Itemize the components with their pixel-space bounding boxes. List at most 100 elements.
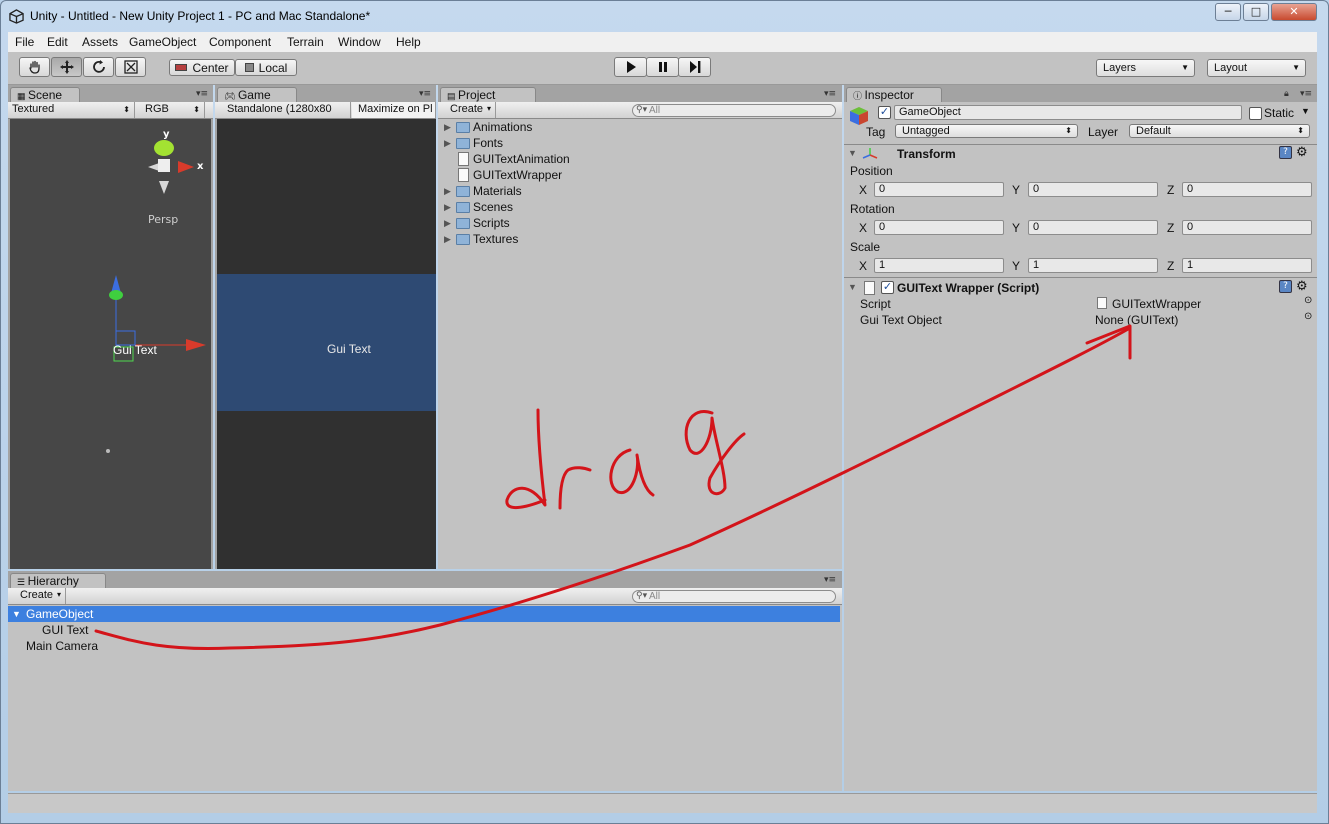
position-y-field[interactable]: 0 — [1028, 182, 1158, 197]
panel-menu-icon[interactable]: ▾≡ — [196, 89, 208, 99]
rotate-tool-button[interactable] — [83, 57, 114, 77]
tab-scene[interactable]: ▦ Scene — [10, 87, 80, 103]
menu-component[interactable]: Component — [209, 35, 271, 49]
active-checkbox[interactable]: ✓ — [878, 106, 891, 119]
gameobject-cube-icon — [850, 107, 868, 125]
expand-arrow-icon[interactable]: ▶ — [444, 231, 451, 247]
expand-arrow-icon[interactable]: ▶ — [444, 199, 451, 215]
project-item-fonts[interactable]: ▶ Fonts — [438, 135, 842, 151]
scene-viewport[interactable]: y x Persp Gui Text — [10, 119, 211, 569]
scale-z-field[interactable]: 1 — [1182, 258, 1312, 273]
scale-x-field[interactable]: 1 — [874, 258, 1004, 273]
rotation-x-field[interactable]: 0 — [874, 220, 1004, 235]
menu-help[interactable]: Help — [396, 35, 421, 49]
tab-inspector[interactable]: ⓘ Inspector — [846, 87, 942, 103]
gui-text-scene-label[interactable]: Gui Text — [113, 343, 157, 357]
static-checkbox[interactable] — [1249, 107, 1262, 120]
menu-assets[interactable]: Assets — [82, 35, 118, 49]
layout-dropdown[interactable]: Layout ▼ — [1207, 59, 1306, 77]
menu-edit[interactable]: Edit — [47, 35, 68, 49]
tab-game[interactable]: 🎮︎ Game — [217, 87, 297, 103]
collapse-arrow-icon[interactable]: ▼ — [848, 148, 857, 158]
lock-icon[interactable]: 🔒︎ — [1284, 89, 1289, 99]
project-item-scripts[interactable]: ▶ Scripts — [438, 215, 842, 231]
project-item-textures[interactable]: ▶ Textures — [438, 231, 842, 247]
panel-menu-icon[interactable]: ▾≡ — [824, 89, 836, 99]
hierarchy-row-gameobject[interactable]: ▼ GameObject — [8, 606, 840, 622]
expand-arrow-icon[interactable]: ▶ — [444, 135, 451, 151]
hierarchy-row-gui-text[interactable]: GUI Text — [8, 622, 840, 638]
menu-window[interactable]: Window — [338, 35, 381, 49]
caret-down-icon: ▼ — [1292, 63, 1300, 72]
pivot-center-button[interactable]: Center — [169, 59, 235, 76]
script-value[interactable]: GUITextWrapper — [1112, 297, 1201, 311]
item-label: GUITextAnimation — [473, 152, 570, 166]
project-item-scenes[interactable]: ▶ Scenes — [438, 199, 842, 215]
channel-dropdown[interactable]: RGB ⬍ — [135, 102, 205, 118]
pause-button[interactable] — [646, 57, 679, 77]
minimize-button[interactable]: ─ — [1215, 3, 1241, 21]
object-name-field[interactable]: GameObject — [894, 105, 1242, 120]
hierarchy-row-main-camera[interactable]: Main Camera — [8, 638, 840, 654]
scale-y-field[interactable]: 1 — [1028, 258, 1158, 273]
project-item-materials[interactable]: ▶ Materials — [438, 183, 842, 199]
step-button[interactable] — [678, 57, 711, 77]
object-picker-icon[interactable]: ⊙ — [1304, 295, 1312, 306]
layers-dropdown[interactable]: Layers ▼ — [1096, 59, 1195, 77]
position-x-field[interactable]: 0 — [874, 182, 1004, 197]
gui-text-object-field[interactable]: None (GUIText) — [1095, 313, 1178, 327]
hand-tool-button[interactable] — [19, 57, 50, 77]
play-button[interactable] — [614, 57, 647, 77]
channel-label: RGB — [145, 103, 169, 115]
static-dropdown-icon[interactable]: ▼ — [1301, 106, 1310, 116]
panel-menu-icon[interactable]: ▾≡ — [1300, 89, 1312, 99]
expand-arrow-icon[interactable]: ▶ — [444, 215, 451, 231]
project-item-guitextanimation[interactable]: GUITextAnimation — [438, 151, 842, 167]
layer-dropdown[interactable]: Default ⬍ — [1129, 124, 1310, 138]
panel-menu-icon[interactable]: ▾≡ — [824, 575, 836, 585]
maximize-button[interactable]: □ — [1243, 3, 1269, 21]
project-tree: ▶ Animations ▶ Fonts GUITextAnimation GU… — [438, 119, 842, 569]
help-book-icon[interactable]: ? — [1279, 280, 1292, 293]
position-z-field[interactable]: 0 — [1182, 182, 1312, 197]
expand-arrow-icon[interactable]: ▶ — [444, 119, 451, 135]
resolution-dropdown[interactable]: Standalone (1280x80 — [221, 102, 351, 118]
search-icon: ⚲▾ — [636, 590, 648, 600]
script-enabled-checkbox[interactable]: ✓ — [881, 281, 894, 294]
maximize-on-play-toggle[interactable]: Maximize on Pl — [352, 102, 436, 118]
project-create-dropdown[interactable]: Create ▾ — [444, 102, 496, 118]
gizmo-x-label: x — [197, 161, 204, 172]
object-picker-icon[interactable]: ⊙ — [1304, 311, 1312, 322]
rotation-z-field[interactable]: 0 — [1182, 220, 1312, 235]
project-search-input[interactable]: ⚲▾ All — [632, 104, 836, 117]
close-button[interactable]: ✕ — [1271, 3, 1317, 21]
gear-icon[interactable]: ⚙ — [1296, 144, 1308, 160]
field-value: 0 — [1187, 183, 1194, 195]
caret-down-icon: ▾ — [486, 104, 491, 113]
item-label: Fonts — [473, 136, 504, 150]
project-item-animations[interactable]: ▶ Animations — [438, 119, 842, 135]
collapse-arrow-icon[interactable]: ▼ — [848, 282, 857, 292]
help-book-icon[interactable]: ? — [1279, 146, 1292, 159]
render-mode-dropdown[interactable]: Textured ⬍ — [8, 102, 135, 118]
panel-menu-icon[interactable]: ▾≡ — [419, 89, 431, 99]
expand-arrow-icon[interactable]: ▶ — [444, 183, 451, 199]
hierarchy-create-dropdown[interactable]: Create ▾ — [14, 588, 66, 604]
item-label: Scripts — [473, 216, 510, 230]
gear-icon[interactable]: ⚙ — [1296, 278, 1308, 294]
create-label: Create — [20, 589, 54, 601]
caret-icon: ⬍ — [193, 105, 200, 114]
hierarchy-search-input[interactable]: ⚲▾ All — [632, 590, 836, 603]
collapse-arrow-icon[interactable]: ▼ — [12, 606, 21, 622]
item-label: Scenes — [473, 200, 514, 214]
pivot-local-button[interactable]: Local — [235, 59, 297, 76]
rotation-y-field[interactable]: 0 — [1028, 220, 1158, 235]
menu-terrain[interactable]: Terrain — [287, 35, 324, 49]
move-tool-button[interactable] — [51, 57, 82, 77]
tag-dropdown[interactable]: Untagged ⬍ — [895, 124, 1078, 138]
scale-tool-button[interactable] — [115, 57, 146, 77]
menu-file[interactable]: File — [15, 35, 34, 49]
axis-x-label: X — [859, 259, 868, 273]
project-item-guitextwrapper[interactable]: GUITextWrapper — [438, 167, 842, 183]
menu-gameobject[interactable]: GameObject — [129, 35, 196, 49]
